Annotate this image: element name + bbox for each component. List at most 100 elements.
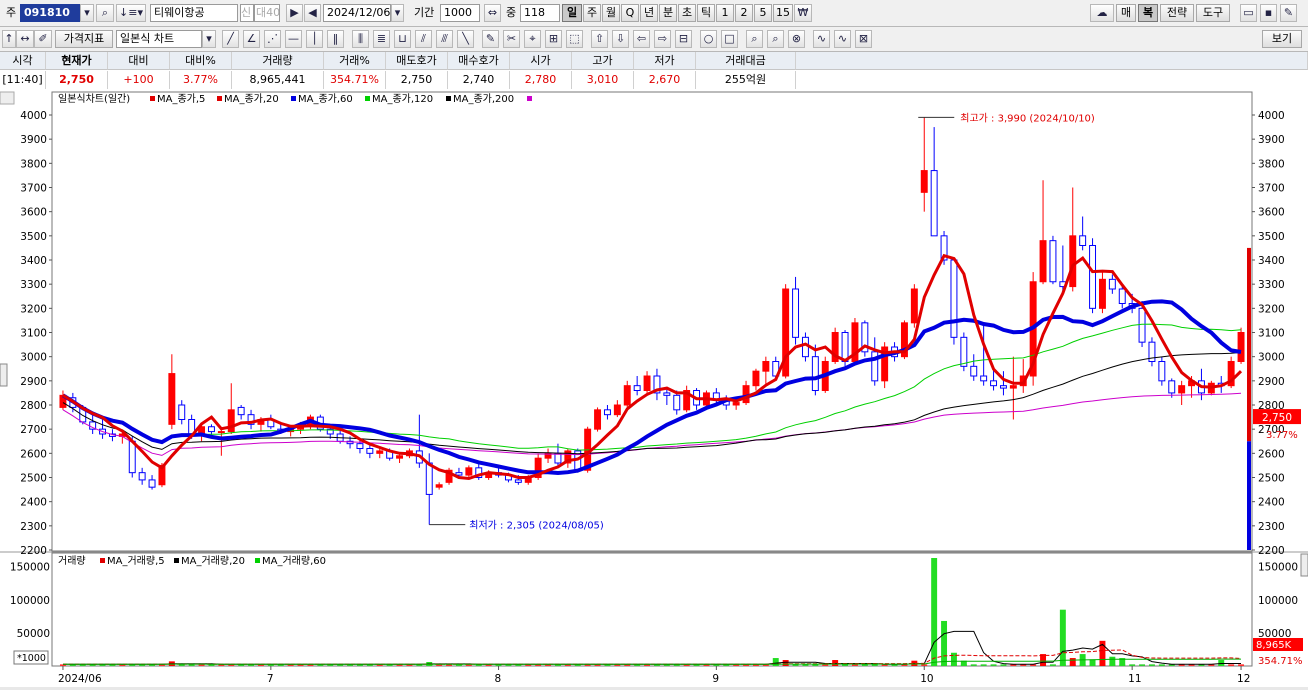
folder-icon[interactable]: ▭ [1240, 4, 1257, 22]
adjust-icon[interactable]: ⇔ [484, 4, 501, 22]
pen-icon[interactable]: ✎ [482, 30, 499, 48]
candle-body [376, 450, 384, 454]
toolbar-right-button[interactable]: 복 [1138, 4, 1158, 22]
toolbar-right-button[interactable]: 도구 [1196, 4, 1230, 22]
date-input[interactable]: 2024/12/06 [323, 4, 391, 22]
cloud-icon[interactable]: ☁ [1090, 4, 1114, 22]
toolbar-right-button[interactable]: 전략 [1160, 4, 1194, 22]
period-input[interactable]: 1000 [440, 4, 480, 22]
timeframe-button[interactable]: 틱 [697, 4, 715, 22]
circle-icon[interactable]: ○ [700, 30, 717, 48]
volume-bar [1238, 664, 1245, 666]
note-icon[interactable]: ⊟ [675, 30, 692, 48]
regression-icon[interactable]: ⫽ [415, 30, 432, 48]
channel-icon[interactable]: ⊔ [394, 30, 411, 48]
legend-swatch [365, 96, 370, 101]
box-icon[interactable]: ⊞ [545, 30, 562, 48]
credit-badge: 신 [240, 4, 254, 22]
timeframe-button[interactable]: 주 [583, 4, 601, 22]
timeframe-button[interactable]: 일 [562, 4, 582, 22]
y-tick-label-right: 3300 [1258, 279, 1285, 291]
gann-icon[interactable]: ╲ [457, 30, 474, 48]
y-tick-label: 2800 [20, 400, 47, 412]
arrow-up-icon[interactable]: ⇧ [591, 30, 608, 48]
play-icon[interactable]: ▶ [286, 4, 303, 22]
timeframe-button[interactable]: 2 [735, 4, 753, 22]
x-tick-label: 8 [495, 673, 502, 685]
arrow-right-icon[interactable]: ⇨ [654, 30, 671, 48]
target-icon[interactable]: ⌖ [524, 30, 541, 48]
search-icon[interactable]: ⌕ [96, 4, 114, 22]
crosshair-icon[interactable]: ⊗ [788, 30, 805, 48]
text-box-icon[interactable]: ⬚ [566, 30, 583, 48]
fan-icon[interactable]: ⋰ [264, 30, 281, 48]
timeframe-button[interactable]: 5 [754, 4, 772, 22]
sort-icon[interactable]: ↓≡▾ [116, 4, 146, 22]
x-tick-label: 9 [712, 673, 719, 685]
back-icon[interactable]: ◀ [304, 4, 321, 22]
volume-bar [1000, 664, 1007, 666]
stock-code-input[interactable]: 091810 [20, 4, 80, 22]
timeframe-button[interactable]: 월 [602, 4, 620, 22]
price-indicator-button[interactable]: 가격지표 [55, 30, 113, 48]
chart-type-dropdown-icon[interactable]: ▾ [202, 30, 216, 48]
parallel-lines-icon[interactable]: ‖ [327, 30, 344, 48]
zoom-in-icon[interactable]: ⌕ [746, 30, 763, 48]
candle-body [356, 443, 364, 449]
dropdown-arrow-icon[interactable]: ▾ [80, 4, 94, 22]
rectangle-icon[interactable]: □ [721, 30, 738, 48]
y-tick-label: 3100 [20, 328, 47, 340]
timeframe-button[interactable]: 분 [659, 4, 677, 22]
count-input[interactable]: 118 [520, 4, 560, 22]
date-dropdown-icon[interactable]: ▾ [391, 4, 404, 22]
legend-entry: MA_종가,120 [372, 93, 433, 105]
angle-icon[interactable]: ∠ [243, 30, 260, 48]
y-tick-label-right: 3400 [1258, 255, 1285, 267]
quote-value: 255억원 [696, 71, 796, 89]
right-scroll-handle [1300, 553, 1308, 577]
candle-body [950, 259, 958, 338]
stock-name-field[interactable]: 티웨이항공 [150, 4, 238, 22]
timeframe-button[interactable]: 년 [640, 4, 658, 22]
wrench-icon[interactable]: ✎ [1280, 4, 1297, 22]
quote-header: 대비% [170, 52, 232, 70]
y-tick-label-right: 2400 [1258, 497, 1285, 509]
y-tick-label: 2700 [20, 424, 47, 436]
up-arrow-icon[interactable]: ↑ [2, 30, 16, 48]
candlestick-chart[interactable]: 2200 2200 2300 2300 2400 2400 2500 2500 2600 2600… [0, 90, 1308, 687]
current-change-label: 3.77% [1266, 430, 1298, 441]
fibonacci-icon[interactable]: ≣ [373, 30, 390, 48]
quote-value: 3.77% [170, 71, 232, 89]
timeframe-button[interactable]: 1 [716, 4, 734, 22]
horizontal-line-icon[interactable]: — [285, 30, 302, 48]
grid-lines-icon[interactable]: ⫼ [352, 30, 369, 48]
legend-entry: MA_종가,5 [157, 93, 205, 105]
vertical-line-icon[interactable]: │ [306, 30, 323, 48]
andrews-icon[interactable]: ⫻ [436, 30, 453, 48]
quote-value: 2,740 [448, 71, 510, 89]
pan-icon[interactable]: ↔ [16, 30, 34, 48]
save-icon[interactable]: ▪ [1260, 4, 1277, 22]
timeframe-button[interactable]: 15 [773, 4, 793, 22]
candle-body [999, 385, 1007, 389]
chart-area[interactable]: 2200 2200 2300 2300 2400 2400 2500 2500 2600 2600… [0, 90, 1308, 687]
timeframe-button[interactable]: 초 [678, 4, 696, 22]
legend-swatch [255, 558, 260, 563]
view-button[interactable]: 보기 [1262, 30, 1302, 48]
current-volume-pct: 354.71% [1258, 656, 1303, 667]
chart-type-select[interactable]: 일본식 차트 [116, 30, 202, 48]
candle-body [1009, 385, 1017, 389]
cycle-icon[interactable]: ∿ [834, 30, 851, 48]
zoom-out-icon[interactable]: ⌕ [767, 30, 784, 48]
edit-icon[interactable]: ✐ [34, 30, 52, 48]
arrow-left-icon[interactable]: ⇦ [633, 30, 650, 48]
timeframe-button[interactable]: Q [621, 4, 639, 22]
toolbar-right-button[interactable]: 매 [1116, 4, 1136, 22]
arrow-down-icon[interactable]: ⇩ [612, 30, 629, 48]
clear-icon[interactable]: ⊠ [855, 30, 872, 48]
quote-header: 시각 [0, 52, 46, 70]
chart-settings-icon[interactable]: ₩ [794, 4, 812, 22]
trend-line-icon[interactable]: ╱ [222, 30, 239, 48]
wave-icon[interactable]: ∿ [813, 30, 830, 48]
eraser-icon[interactable]: ✂ [503, 30, 520, 48]
